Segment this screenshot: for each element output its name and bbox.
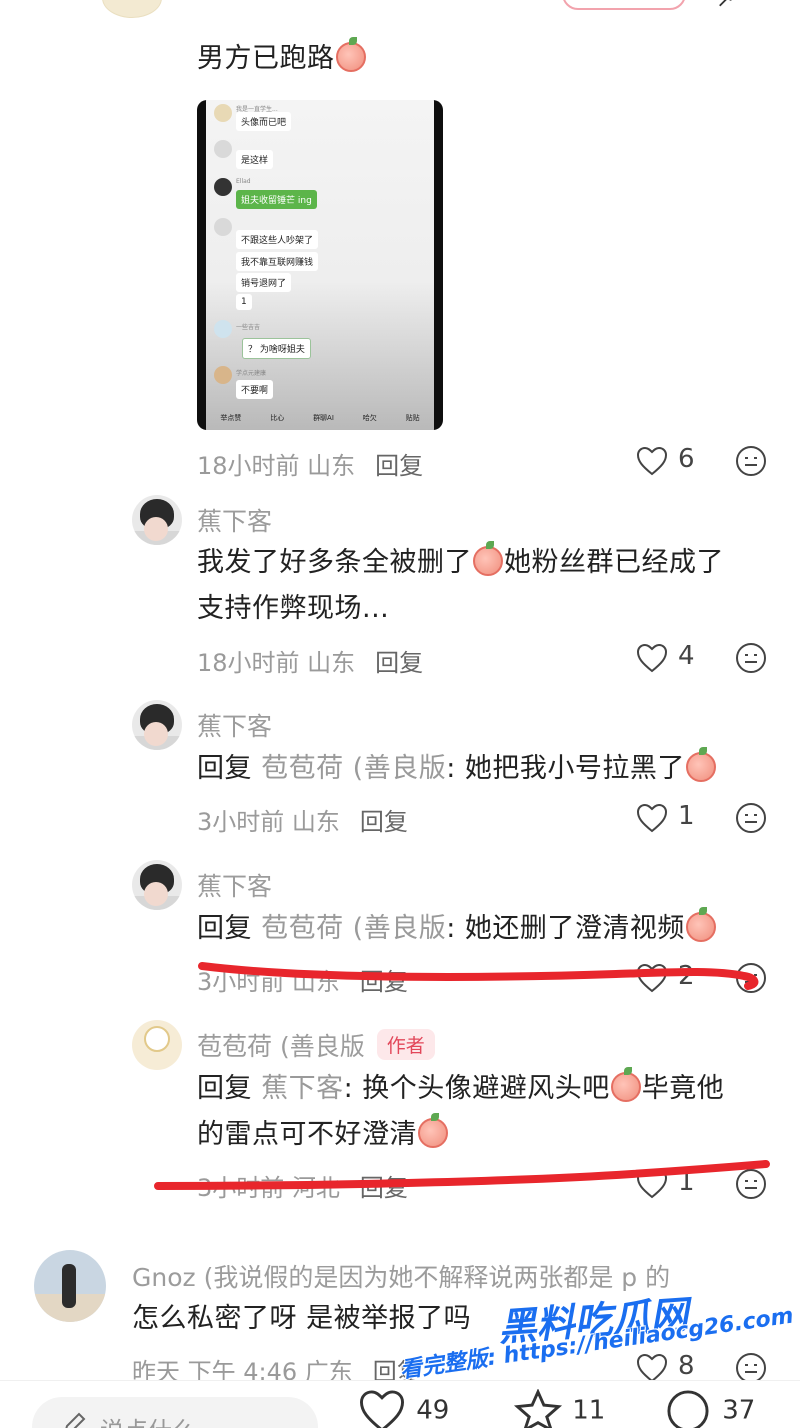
author-badge: 作者 <box>376 1029 435 1060</box>
like-button[interactable]: 4 <box>636 639 726 679</box>
chat-avatar <box>214 140 232 158</box>
heart-icon <box>636 446 668 476</box>
chat-avatar <box>214 320 232 338</box>
comment-meta: 3小时前 山东 回复 <box>197 808 408 836</box>
peach-emoji <box>685 747 716 782</box>
sticker-reply-icon[interactable] <box>734 641 768 675</box>
reply-button[interactable]: 回复 <box>375 649 423 677</box>
crying-emoji <box>473 541 503 576</box>
comment-input[interactable]: 说点什么... <box>32 1397 318 1428</box>
user-name[interactable]: 蕉下客 <box>197 867 272 903</box>
author-avatar[interactable] <box>132 1020 182 1070</box>
reply-target[interactable]: 苞苞荷 (善良版 <box>261 913 446 944</box>
red-strikethrough-line <box>154 1160 770 1190</box>
chat-quick-bar: 举点赞 比心 群聊AI 哈欠 贴贴 <box>220 414 420 422</box>
comment-text: 我发了好多条全被删了 她粉丝群已经成了 <box>197 541 724 578</box>
share-icon[interactable]: ↗ <box>716 0 734 13</box>
red-strikethrough-line <box>198 962 759 990</box>
comment-text: 回复 蕉下客: 换个头像避避风头吧 毕竟他 <box>197 1067 725 1104</box>
author-avatar[interactable] <box>102 0 162 18</box>
reply-button[interactable]: 回复 <box>375 452 423 480</box>
pencil-icon <box>65 1412 86 1428</box>
like-button[interactable]: 6 <box>636 442 726 482</box>
comment-image[interactable]: 我是一直学生... 头像而已吧 是这样 Ellad 姐夫收留锤芒 ing 不跟这… <box>197 100 443 430</box>
star-icon <box>513 1388 563 1428</box>
top-bar: ↗ <box>0 0 800 20</box>
avatar[interactable] <box>34 1250 106 1322</box>
peach-emoji <box>418 1113 448 1148</box>
avatar[interactable] <box>132 860 182 910</box>
comment-text: 男方已跑路 <box>197 36 367 82</box>
reply-target[interactable]: 苞苞荷 (善良版 <box>261 753 446 784</box>
user-name[interactable]: 苞苞荷 (善良版 作者 <box>197 1027 435 1063</box>
peach-emoji <box>610 1067 641 1102</box>
comment-text: 怎么私密了呀 是被举报了吗 <box>132 1303 472 1334</box>
like-button[interactable]: 1 <box>636 799 726 839</box>
chat-avatar <box>214 104 232 122</box>
user-name[interactable]: 蕉下客 <box>197 707 272 743</box>
heart-icon <box>636 643 668 673</box>
chat-avatar <box>214 366 232 384</box>
comment-meta: 18小时前 山东 回复 <box>197 452 424 480</box>
follow-button[interactable] <box>562 0 686 10</box>
comment-text: 回复 苞苞荷 (善良版: 她还删了澄清视频 <box>197 906 717 952</box>
avatar[interactable] <box>132 495 182 545</box>
avatar[interactable] <box>132 700 182 750</box>
bottom-action-bar: 说点什么... 49 11 37 <box>0 1380 800 1428</box>
comment-text: 回复 苞苞荷 (善良版: 她把我小号拉黑了 <box>197 746 717 792</box>
user-name[interactable]: 蕉下客 <box>197 502 272 538</box>
comment-text: 支持作弊现场... <box>197 593 390 624</box>
chat-avatar <box>214 178 232 196</box>
heart-icon <box>636 1353 668 1383</box>
reply-target[interactable]: 蕉下客 <box>261 1073 344 1104</box>
peach-emoji <box>685 907 716 942</box>
user-name[interactable]: Gnoz (我说假的是因为她不解释说两张都是 p 的 <box>132 1258 670 1294</box>
heart-icon <box>359 1390 405 1428</box>
comment-count-button[interactable]: 37 <box>662 1389 755 1428</box>
chat-avatar <box>214 218 232 236</box>
comment-text: 的雷点可不好澄清 <box>197 1112 449 1158</box>
reply-button[interactable]: 回复 <box>360 808 408 836</box>
sticker-reply-icon[interactable] <box>734 801 768 835</box>
sticker-reply-icon[interactable] <box>734 444 768 478</box>
comment-bubble-icon <box>667 1390 709 1428</box>
favorite-count-button[interactable]: 11 <box>512 1388 605 1428</box>
chat-screenshot: 我是一直学生... 头像而已吧 是这样 Ellad 姐夫收留锤芒 ing 不跟这… <box>206 100 434 430</box>
heart-icon <box>636 803 668 833</box>
like-count-button[interactable]: 49 <box>356 1389 449 1428</box>
peach-emoji <box>335 37 366 72</box>
comment-meta: 18小时前 山东 回复 <box>197 649 424 677</box>
